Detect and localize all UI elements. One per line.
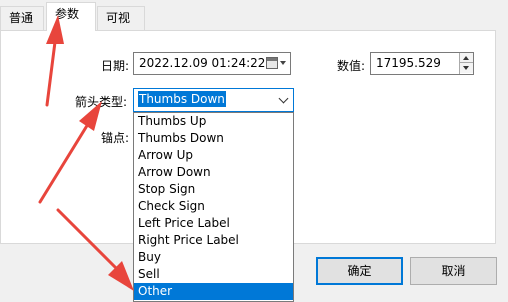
arrow-type-label: 箭头类型: <box>75 95 128 109</box>
tab-visualization[interactable]: 可视化 <box>97 6 145 47</box>
annotation-arrowhead-other <box>108 261 134 291</box>
tab-parameters[interactable]: 参数 <box>46 2 96 31</box>
chevron-down-icon <box>280 61 286 65</box>
cancel-button[interactable]: 取消 <box>410 257 497 285</box>
dropdown-option-arrow-down[interactable]: Arrow Down <box>134 164 293 181</box>
dropdown-option-other[interactable]: Other <box>134 283 293 300</box>
value-field[interactable]: 17195.529 <box>370 52 474 75</box>
spin-up-icon[interactable] <box>460 53 473 63</box>
date-label: 日期: <box>101 59 130 73</box>
dropdown-option-thumbs-down[interactable]: Thumbs Down <box>134 130 293 147</box>
dropdown-option-stop-sign[interactable]: Stop Sign <box>134 181 293 198</box>
chevron-down-icon <box>278 93 289 104</box>
dropdown-option-buy[interactable]: Buy <box>134 249 293 266</box>
calendar-dropdown-button[interactable] <box>266 56 288 71</box>
dropdown-option-check-sign[interactable]: Check Sign <box>134 198 293 215</box>
value-spinner[interactable] <box>459 53 473 74</box>
dropdown-option-left-price-label[interactable]: Left Price Label <box>134 215 293 232</box>
ok-button[interactable]: 确定 <box>316 257 403 285</box>
date-field[interactable]: 2022.12.09 01:24:22 <box>133 52 291 75</box>
dropdown-option-right-price-label[interactable]: Right Price Label <box>134 232 293 249</box>
arrow-type-dropdown-list: Thumbs Up Thumbs Down Arrow Up Arrow Dow… <box>133 112 294 302</box>
calendar-icon <box>266 57 278 69</box>
dropdown-option-thumbs-up[interactable]: Thumbs Up <box>134 113 293 130</box>
value-label: 数值: <box>337 59 366 73</box>
tab-bar: 普通 参数 可视化 <box>0 0 508 47</box>
dropdown-option-sell[interactable]: Sell <box>134 266 293 283</box>
date-value: 2022.12.09 01:24:22 <box>139 56 266 70</box>
arrow-type-select[interactable]: Thumbs Down <box>133 88 294 112</box>
spin-down-icon[interactable] <box>460 63 473 73</box>
dropdown-option-arrow-up[interactable]: Arrow Up <box>134 147 293 164</box>
tab-general[interactable]: 普通 <box>0 6 44 30</box>
arrow-type-selected: Thumbs Down <box>138 91 226 107</box>
anchor-label: 锚点: <box>101 131 130 145</box>
value-text: 17195.529 <box>376 56 441 70</box>
